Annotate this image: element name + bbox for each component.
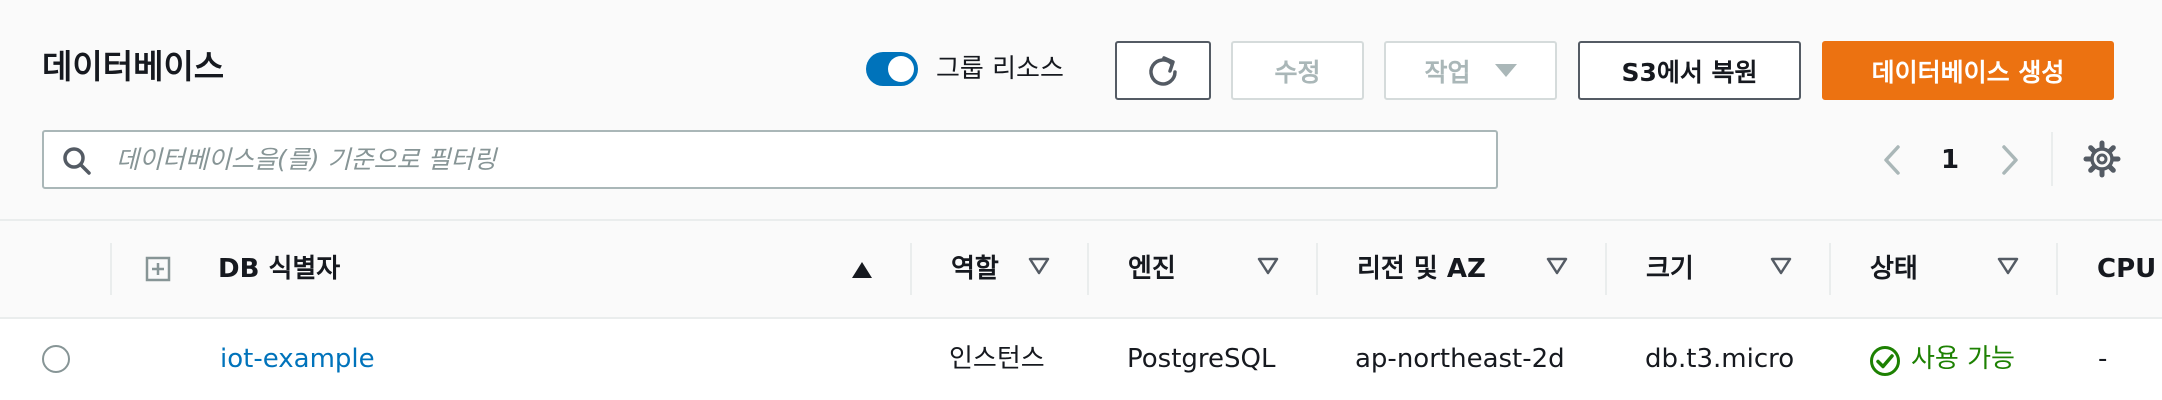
column-separator: [110, 243, 112, 295]
cell-cpu: -: [2098, 344, 2108, 374]
expand-all-icon[interactable]: [145, 256, 171, 282]
column-separator: [1605, 243, 1607, 295]
group-resources-label: 그룹 리소스: [936, 54, 1064, 84]
filter-icon[interactable]: [1257, 257, 1279, 275]
create-button-label: 데이터베이스 생성: [1871, 57, 2065, 87]
filter-icon[interactable]: [1028, 257, 1050, 275]
edit-button-label: 수정: [1274, 57, 1321, 87]
refresh-icon: [1149, 55, 1177, 86]
cell-region-az: ap-northeast-2d: [1355, 344, 1565, 374]
filter-icon[interactable]: [1770, 257, 1792, 275]
chevron-right-icon[interactable]: [1995, 143, 2025, 177]
column-header-cpu[interactable]: CPU: [2097, 221, 2156, 317]
column-header-size[interactable]: 크기: [1646, 221, 1694, 317]
gear-icon[interactable]: [2083, 140, 2121, 178]
sort-ascending-icon[interactable]: [851, 261, 873, 279]
column-header-region-az[interactable]: 리전 및 AZ: [1357, 221, 1486, 317]
toggle-knob: [888, 56, 914, 82]
filter-icon[interactable]: [1997, 257, 2019, 275]
column-header-status[interactable]: 상태: [1870, 221, 1918, 317]
create-database-button[interactable]: 데이터베이스 생성: [1822, 41, 2114, 100]
column-separator: [1087, 243, 1089, 295]
pagination-divider: [2051, 132, 2053, 186]
column-header-role[interactable]: 역할: [951, 221, 999, 317]
cell-engine: PostgreSQL: [1127, 344, 1276, 374]
db-identifier-link[interactable]: iot-example: [220, 319, 375, 400]
column-header-engine[interactable]: 엔진: [1128, 221, 1176, 317]
cell-status: 사용 가능: [1911, 344, 2015, 374]
status-ok-icon: [1870, 346, 1900, 376]
filter-icon[interactable]: [1546, 257, 1568, 275]
search-icon: [63, 147, 91, 175]
filter-search-box[interactable]: [42, 130, 1498, 189]
column-separator: [1829, 243, 1831, 295]
column-separator: [910, 243, 912, 295]
search-input[interactable]: [114, 141, 1484, 177]
chevron-left-icon[interactable]: [1877, 143, 1907, 177]
column-header-db-identifier[interactable]: DB 식별자: [218, 221, 340, 317]
page-title: 데이터베이스: [42, 47, 225, 86]
group-resources-toggle[interactable]: [866, 52, 918, 86]
edit-button[interactable]: 수정: [1231, 41, 1364, 100]
cell-role: 인스턴스: [949, 344, 1045, 374]
current-page-number[interactable]: 1: [1936, 140, 1964, 180]
column-separator: [1316, 243, 1318, 295]
refresh-button[interactable]: [1115, 41, 1211, 100]
caret-down-icon: [1494, 64, 1517, 77]
restore-button-label: S3에서 복원: [1621, 57, 1758, 87]
cell-size: db.t3.micro: [1645, 344, 1795, 374]
actions-dropdown[interactable]: 작업: [1384, 41, 1557, 100]
actions-dropdown-label: 작업: [1424, 57, 1471, 87]
column-separator: [2056, 243, 2058, 295]
restore-from-s3-button[interactable]: S3에서 복원: [1578, 41, 1801, 100]
row-select-radio[interactable]: [42, 345, 70, 373]
